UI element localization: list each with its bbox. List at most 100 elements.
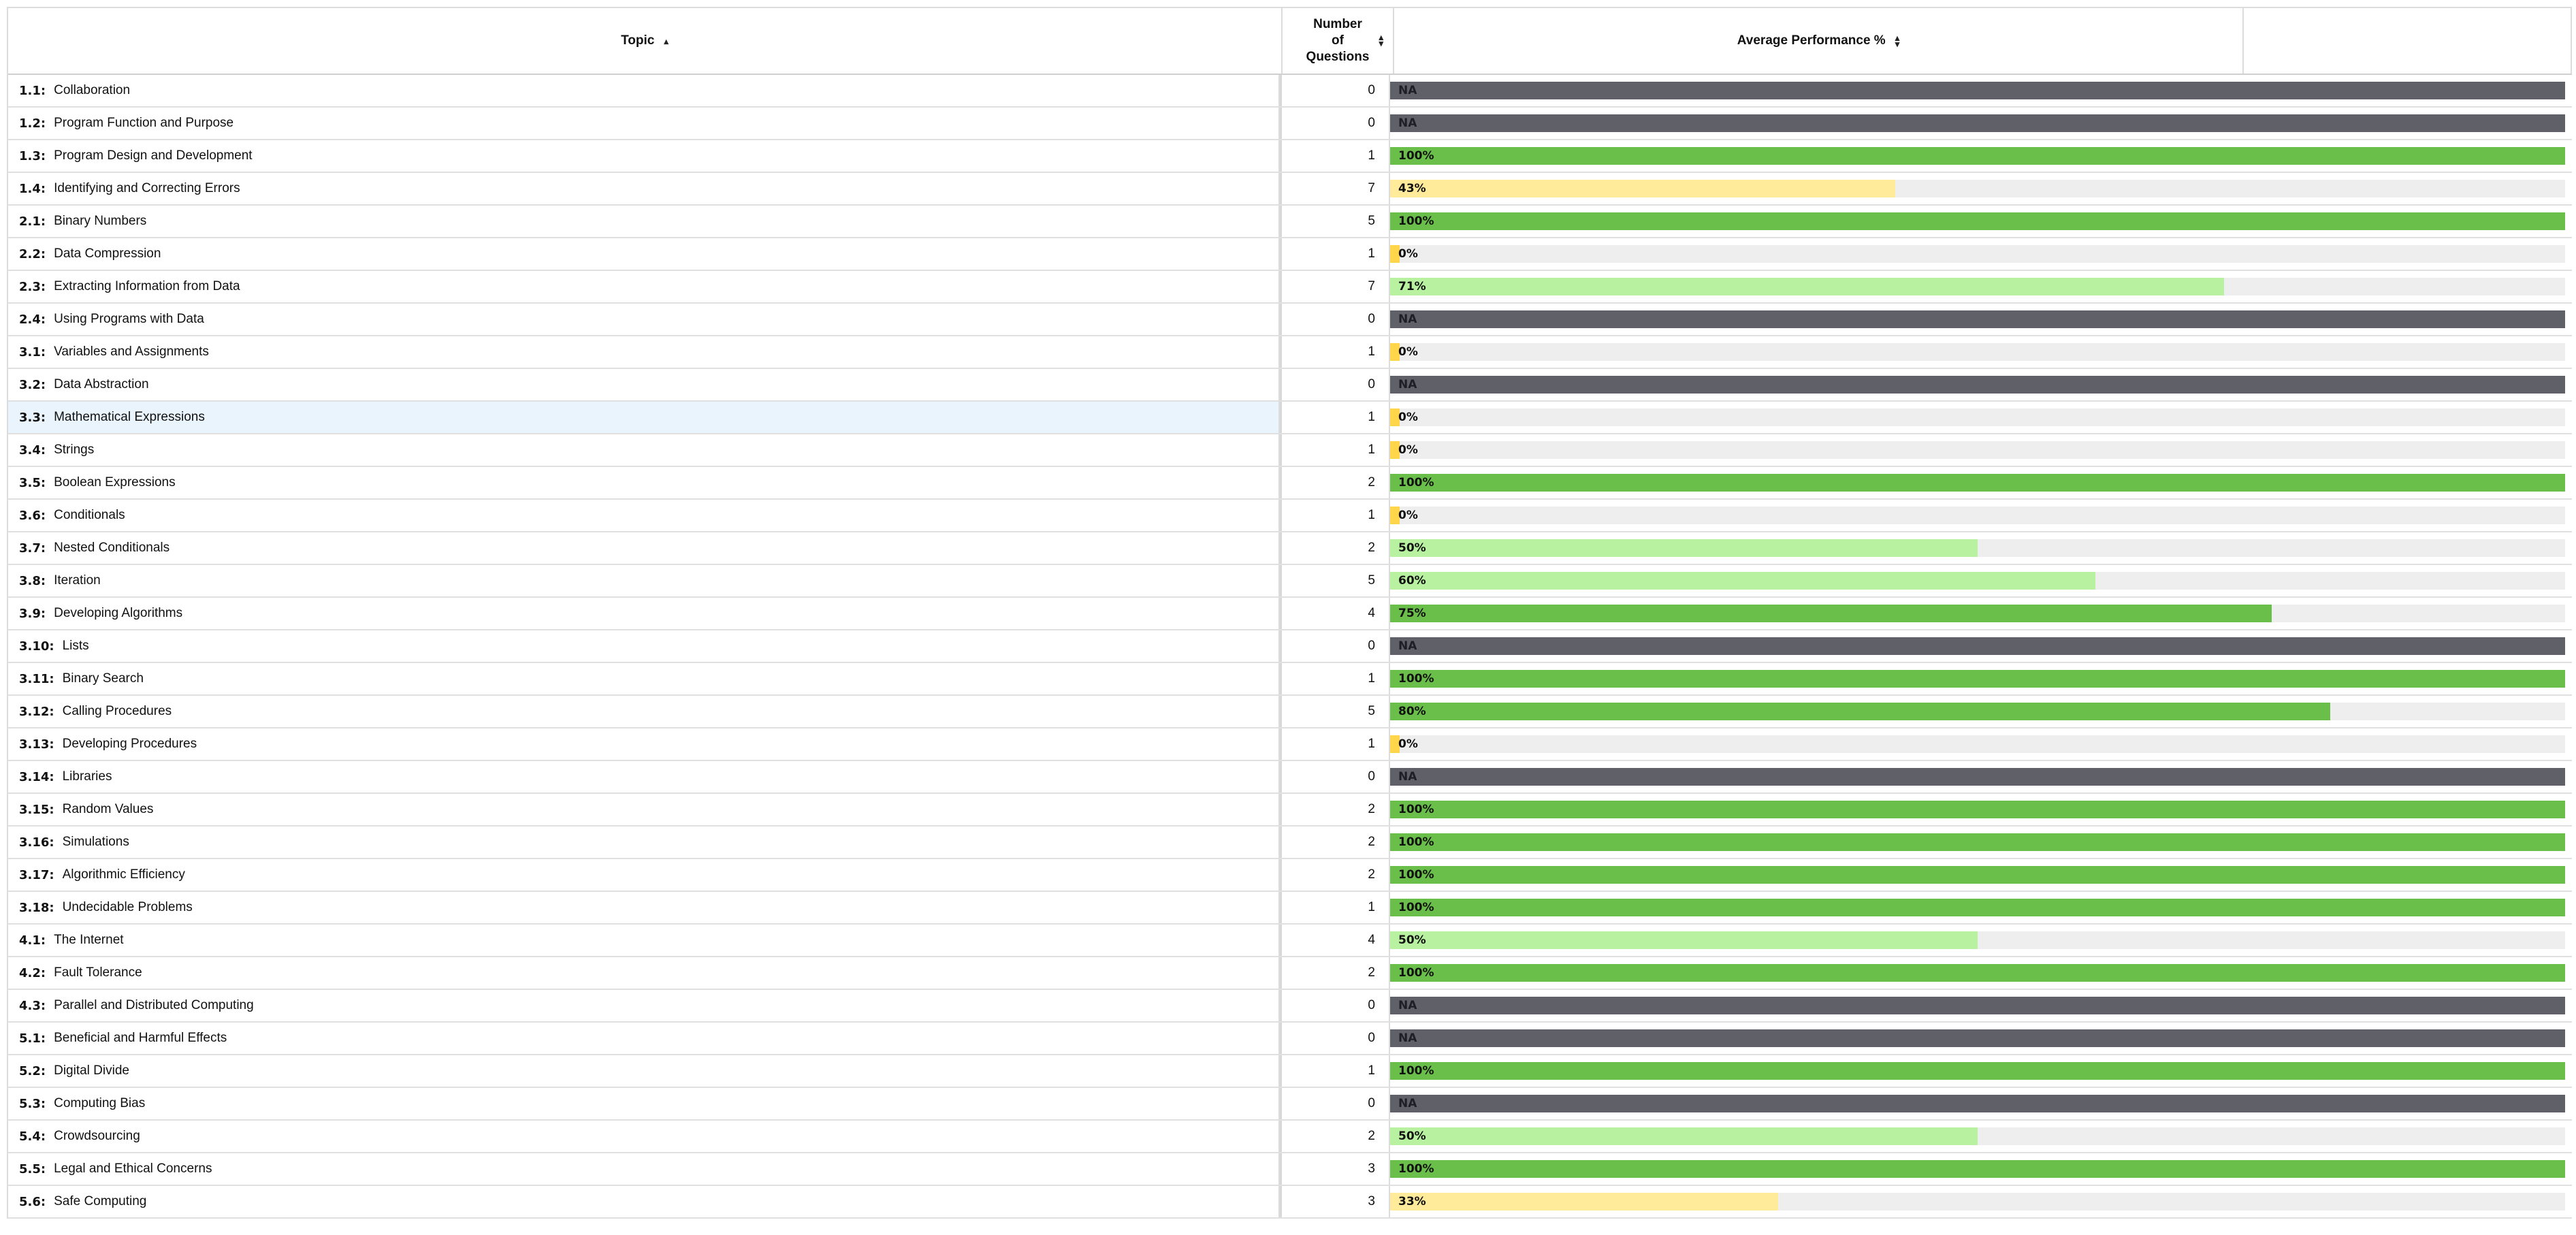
topic-cell: 4.3: Parallel and Distributed Computing <box>8 990 1280 1021</box>
topic-cell: 3.3: Mathematical Expressions <box>8 402 1280 433</box>
table-row[interactable]: 3.9: Developing Algorithms 4 75% <box>8 598 2572 630</box>
performance-label: NA <box>1398 84 1417 97</box>
performance-label: 50% <box>1398 1129 1426 1143</box>
topic-name: Developing Procedures <box>62 737 197 751</box>
sort-icon[interactable]: ▴ ▾ <box>1895 33 1900 48</box>
topic-cell: 3.17: Algorithmic Efficiency <box>8 859 1280 891</box>
table-row[interactable]: 3.3: Mathematical Expressions 1 0% <box>8 402 2572 434</box>
table-row[interactable]: 5.1: Beneficial and Harmful Effects 0 NA <box>8 1023 2572 1055</box>
table-row[interactable]: 2.3: Extracting Information from Data 7 71% <box>8 271 2572 304</box>
performance-cell: 0% <box>1390 238 2565 270</box>
performance-label: 100% <box>1398 1064 1434 1078</box>
table-row[interactable]: 3.11: Binary Search 1 100% <box>8 663 2572 696</box>
question-count: 1 <box>1368 737 1375 751</box>
performance-label: NA <box>1398 1097 1417 1110</box>
sort-icon[interactable]: ▴ <box>664 37 669 46</box>
table-row[interactable]: 2.1: Binary Numbers 5 100% <box>8 206 2572 238</box>
performance-bar-track: 80% <box>1390 703 2565 720</box>
performance-bar-track: 33% <box>1390 1193 2565 1210</box>
table-row[interactable]: 2.2: Data Compression 1 0% <box>8 238 2572 271</box>
table-row[interactable]: 4.1: The Internet 4 50% <box>8 925 2572 957</box>
topic-cell: 3.7: Nested Conditionals <box>8 532 1280 564</box>
topic-code: 3.10: <box>19 639 54 654</box>
table-row[interactable]: 3.5: Boolean Expressions 2 100% <box>8 467 2572 500</box>
performance-bar-track: 100% <box>1390 474 2565 492</box>
topic-cell: 3.18: Undecidable Problems <box>8 892 1280 923</box>
table-row[interactable]: 4.3: Parallel and Distributed Computing 0 N… <box>8 990 2572 1023</box>
table-row[interactable]: 3.12: Calling Procedures 5 80% <box>8 696 2572 728</box>
table-row[interactable]: 1.2: Program Function and Purpose 0 NA <box>8 108 2572 140</box>
performance-label: 0% <box>1398 737 1418 751</box>
question-count: 2 <box>1368 867 1375 882</box>
table-row[interactable]: 3.13: Developing Procedures 1 0% <box>8 728 2572 761</box>
table-row[interactable]: 4.2: Fault Tolerance 2 100% <box>8 957 2572 990</box>
question-count-cell: 2 <box>1280 532 1390 564</box>
table-row[interactable]: 3.4: Strings 1 0% <box>8 434 2572 467</box>
performance-bar-fill <box>1390 833 2565 851</box>
performance-cell: NA <box>1390 630 2565 662</box>
topic-name: Safe Computing <box>54 1194 147 1208</box>
performance-label: 100% <box>1398 901 1434 914</box>
question-count-cell: 4 <box>1280 925 1390 956</box>
topic-code: 3.6: <box>19 508 46 523</box>
table-row[interactable]: 3.1: Variables and Assignments 1 0% <box>8 336 2572 369</box>
question-count-cell: 7 <box>1280 271 1390 302</box>
performance-cell: 100% <box>1390 859 2565 891</box>
topic-cell: 3.8: Iteration <box>8 565 1280 596</box>
question-count: 0 <box>1368 312 1375 326</box>
table-row[interactable]: 5.6: Safe Computing 3 33% <box>8 1186 2572 1219</box>
topic-cell: 5.4: Crowdsourcing <box>8 1121 1280 1152</box>
table-row[interactable]: 3.8: Iteration 5 60% <box>8 565 2572 598</box>
performance-label: 43% <box>1398 182 1426 195</box>
topic-code: 2.3: <box>19 279 46 294</box>
table-row[interactable]: 3.2: Data Abstraction 0 NA <box>8 369 2572 402</box>
table-row[interactable]: 1.4: Identifying and Correcting Errors 7 43… <box>8 173 2572 206</box>
performance-cell: 50% <box>1390 532 2565 564</box>
topic-cell: 5.6: Safe Computing <box>8 1186 1280 1217</box>
topic-code: 5.2: <box>19 1063 46 1078</box>
table-row[interactable]: 3.6: Conditionals 1 0% <box>8 500 2572 532</box>
topic-code: 3.17: <box>19 867 54 882</box>
table-row[interactable]: 3.16: Simulations 2 100% <box>8 827 2572 859</box>
topic-code: 2.2: <box>19 246 46 261</box>
performance-cell: 60% <box>1390 565 2565 596</box>
question-count: 2 <box>1368 965 1375 980</box>
table-row[interactable]: 5.2: Digital Divide 1 100% <box>8 1055 2572 1088</box>
question-count-cell: 2 <box>1280 1121 1390 1152</box>
topic-name: Strings <box>54 443 95 457</box>
question-count: 1 <box>1368 344 1375 359</box>
topic-name: The Internet <box>54 933 124 947</box>
table-row[interactable]: 5.5: Legal and Ethical Concerns 3 100% <box>8 1153 2572 1186</box>
topic-code: 1.2: <box>19 116 46 131</box>
table-row[interactable]: 3.17: Algorithmic Efficiency 2 100% <box>8 859 2572 892</box>
topic-cell: 4.2: Fault Tolerance <box>8 957 1280 989</box>
table-row[interactable]: 5.3: Computing Bias 0 NA <box>8 1088 2572 1121</box>
topic-cell: 1.2: Program Function and Purpose <box>8 108 1280 139</box>
table-row[interactable]: 3.14: Libraries 0 NA <box>8 761 2572 794</box>
performance-cell: 100% <box>1390 827 2565 858</box>
table-row[interactable]: 3.10: Lists 0 NA <box>8 630 2572 663</box>
performance-cell: 100% <box>1390 1153 2565 1185</box>
performance-bar-track: NA <box>1390 114 2565 132</box>
question-count: 1 <box>1368 508 1375 522</box>
performance-column-header[interactable]: Average Performance % ▴ ▾ <box>1394 8 2244 74</box>
performance-bar-track: 50% <box>1390 539 2565 557</box>
sort-icon[interactable]: ▴ ▾ <box>1379 33 1383 48</box>
performance-cell: 100% <box>1390 206 2565 237</box>
performance-bar-fill <box>1390 931 1978 949</box>
table-row[interactable]: 1.3: Program Design and Development 1 100% <box>8 140 2572 173</box>
questions-column-header[interactable]: Number of Questions ▴ ▾ <box>1283 8 1394 74</box>
table-row[interactable]: 3.18: Undecidable Problems 1 100% <box>8 892 2572 925</box>
table-row[interactable]: 3.15: Random Values 2 100% <box>8 794 2572 827</box>
table-row[interactable]: 3.7: Nested Conditionals 2 50% <box>8 532 2572 565</box>
table-row[interactable]: 5.4: Crowdsourcing 2 50% <box>8 1121 2572 1153</box>
table-row[interactable]: 2.4: Using Programs with Data 0 NA <box>8 304 2572 336</box>
topic-cell: 2.4: Using Programs with Data <box>8 304 1280 335</box>
performance-bar-fill <box>1390 539 1978 557</box>
table-row[interactable]: 1.1: Collaboration 0 NA <box>8 75 2572 108</box>
question-count-cell: 0 <box>1280 1023 1390 1054</box>
performance-bar-track: 100% <box>1390 964 2565 982</box>
question-count: 4 <box>1368 933 1375 947</box>
topic-code: 3.18: <box>19 900 54 915</box>
topic-column-header[interactable]: Topic ▴ <box>8 8 1283 74</box>
